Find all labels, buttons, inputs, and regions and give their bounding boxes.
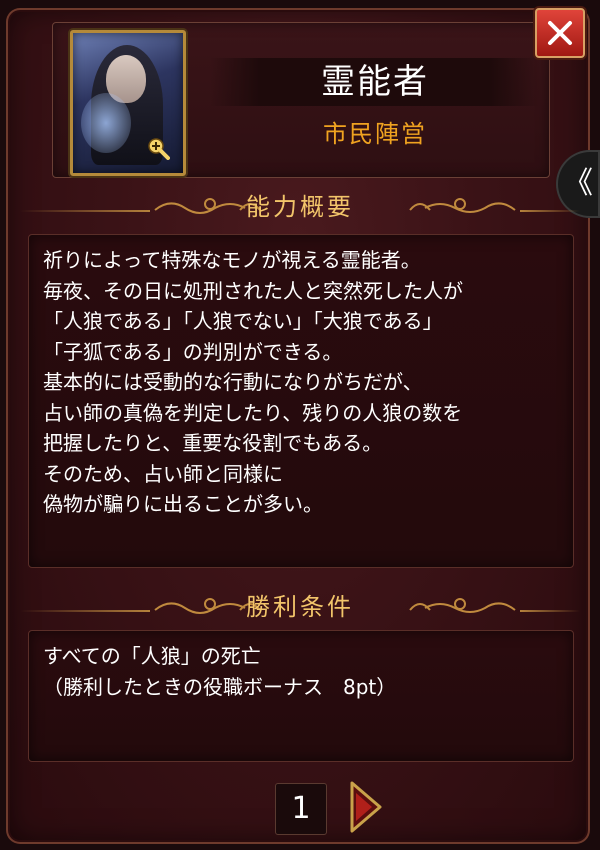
victory-panel: すべての「人狼」の死亡 （勝利したときの役職ボーナス 8pt） <box>28 630 574 762</box>
ability-description: 祈りによって特殊なモノが視える霊能者。 毎夜、その日に処刑された人と突然死した人… <box>43 248 463 516</box>
next-arrow-icon[interactable] <box>346 779 386 835</box>
close-button[interactable] <box>535 8 585 58</box>
close-x-icon <box>548 21 572 45</box>
ability-section-header: 能力概要 <box>20 190 580 224</box>
ability-heading: 能力概要 <box>246 193 354 221</box>
victory-heading: 勝利条件 <box>246 593 354 621</box>
role-name: 霊能者 <box>321 62 429 102</box>
victory-description: すべての「人狼」の死亡 （勝利したときの役職ボーナス 8pt） <box>43 644 397 699</box>
portrait-spirit-glow <box>81 93 131 153</box>
page-number: 1 <box>275 783 327 835</box>
zoom-in-icon[interactable] <box>146 136 170 160</box>
victory-section-header: 勝利条件 <box>20 590 580 624</box>
role-faction: 市民陣営 <box>323 120 427 148</box>
ability-panel: 祈りによって特殊なモノが視える霊能者。 毎夜、その日に処刑された人と突然死した人… <box>28 234 574 568</box>
